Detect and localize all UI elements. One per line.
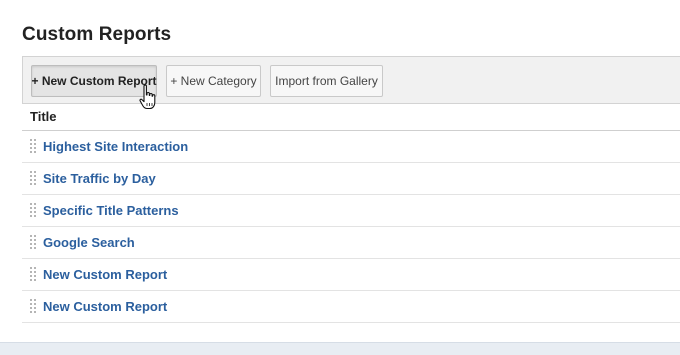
report-link[interactable]: Highest Site Interaction [43,139,188,154]
table-row: Specific Title Patterns [22,195,680,227]
table-row: Highest Site Interaction [22,131,680,163]
import-from-gallery-button[interactable]: Import from Gallery [270,65,383,97]
new-category-button[interactable]: + New Category [166,65,261,97]
column-header-title[interactable]: Title [30,109,57,124]
table-row: Site Traffic by Day [22,163,680,195]
table-header: Title [22,104,680,131]
table-row: New Custom Report [22,291,680,323]
report-link[interactable]: New Custom Report [43,299,167,314]
drag-handle-icon[interactable] [30,139,36,153]
drag-handle-icon[interactable] [30,299,36,313]
hand-pointer-icon [139,84,156,110]
report-link[interactable]: Site Traffic by Day [43,171,156,186]
toolbar: + New Custom Report + New Category Impor… [22,56,680,104]
page-title: Custom Reports [22,24,172,45]
table-row: New Custom Report [22,259,680,291]
report-link[interactable]: Specific Title Patterns [43,203,179,218]
drag-handle-icon[interactable] [30,267,36,281]
custom-reports-panel: Custom Reports + New Custom Report + New… [0,0,680,343]
report-link[interactable]: Google Search [43,235,135,250]
table-row: Google Search [22,227,680,259]
drag-handle-icon[interactable] [30,203,36,217]
report-link[interactable]: New Custom Report [43,267,167,282]
drag-handle-icon[interactable] [30,171,36,185]
drag-handle-icon[interactable] [30,235,36,249]
